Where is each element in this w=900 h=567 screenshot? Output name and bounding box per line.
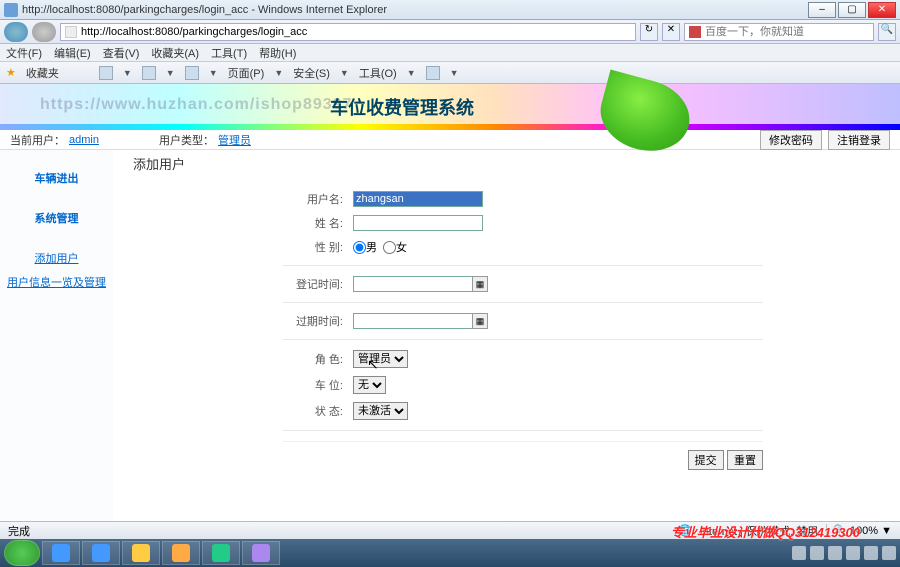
- tray-icon[interactable]: [828, 546, 842, 560]
- exp-time-input[interactable]: [353, 313, 473, 329]
- page-menu[interactable]: 页面(P): [228, 65, 265, 81]
- close-button[interactable]: ✕: [868, 2, 896, 18]
- browser-navbar: ↻ ✕ 🔍: [0, 20, 900, 44]
- sidebar-item-usermgmt[interactable]: 用户信息一览及管理: [0, 274, 113, 290]
- sidebar-item-adduser[interactable]: 添加用户: [0, 250, 113, 266]
- window-titlebar: http://localhost:8080/parkingcharges/log…: [0, 0, 900, 20]
- form-area: 添加用户 用户名: 姓 名: 性 别: 男 女 登记: [113, 150, 900, 521]
- menu-file[interactable]: 文件(F): [6, 45, 42, 61]
- tray-icon[interactable]: [864, 546, 878, 560]
- maximize-button[interactable]: ▢: [838, 2, 866, 18]
- tray-icon[interactable]: [810, 546, 824, 560]
- status-select[interactable]: 未激活: [353, 402, 408, 420]
- menu-tools[interactable]: 工具(T): [211, 45, 247, 61]
- help-icon[interactable]: [426, 66, 440, 80]
- window-title: http://localhost:8080/parkingcharges/log…: [22, 4, 808, 16]
- tray-icon[interactable]: [792, 546, 806, 560]
- sidebar: 车辆进出 系统管理 添加用户 用户信息一览及管理: [0, 150, 113, 521]
- reset-button[interactable]: 重置: [727, 450, 763, 470]
- logout-button[interactable]: 注销登录: [828, 130, 890, 150]
- name-label: 姓 名:: [283, 215, 343, 231]
- url-input[interactable]: [81, 26, 631, 38]
- gender-female-radio[interactable]: [383, 241, 396, 254]
- user-type-label: 用户类型：: [159, 132, 214, 148]
- gender-label: 性 别:: [283, 239, 343, 255]
- name-input[interactable]: [353, 215, 483, 231]
- reg-time-input[interactable]: [353, 276, 473, 292]
- status-label: 状 态:: [283, 403, 343, 419]
- username-label: 用户名:: [283, 191, 343, 207]
- back-button[interactable]: [4, 22, 28, 42]
- menu-bar: 文件(F) 编辑(E) 查看(V) 收藏夹(A) 工具(T) 帮助(H): [0, 44, 900, 62]
- tray-icon[interactable]: [846, 546, 860, 560]
- stop-button[interactable]: ✕: [662, 23, 680, 41]
- forward-button[interactable]: [32, 22, 56, 42]
- info-bar: 当前用户： admin 用户类型： 管理员 修改密码 注销登录: [0, 130, 900, 150]
- role-label: 角 色:: [283, 351, 343, 367]
- sidebar-item-system[interactable]: 系统管理: [0, 210, 113, 226]
- favorites-star-icon[interactable]: ★: [6, 66, 16, 79]
- search-input[interactable]: [705, 26, 869, 38]
- search-go-button[interactable]: 🔍: [878, 23, 896, 41]
- tray-icon[interactable]: [882, 546, 896, 560]
- ad-overlay: 专业毕业设计代做QQ312419300: [671, 522, 860, 541]
- banner: https://www.huzhan.com/ishop89397 车位收费管理…: [0, 84, 900, 130]
- taskbar-app-1[interactable]: [42, 541, 80, 565]
- menu-edit[interactable]: 编辑(E): [54, 45, 91, 61]
- mail-icon[interactable]: [185, 66, 199, 80]
- system-tray[interactable]: [792, 546, 896, 560]
- watermark-text: https://www.huzhan.com/ishop89397: [40, 96, 352, 114]
- slot-select[interactable]: 无: [353, 376, 386, 394]
- taskbar-app-6[interactable]: [242, 541, 280, 565]
- search-box[interactable]: [684, 23, 874, 41]
- refresh-button[interactable]: ↻: [640, 23, 658, 41]
- feeds-icon[interactable]: [142, 66, 156, 80]
- exp-time-label: 过期时间:: [283, 313, 343, 329]
- taskbar-app-4[interactable]: [162, 541, 200, 565]
- username-input[interactable]: [353, 191, 483, 207]
- gender-male-radio[interactable]: [353, 241, 366, 254]
- page-icon: [65, 26, 77, 38]
- ie-favicon-icon: [4, 3, 18, 17]
- gender-female-label: 女: [396, 239, 407, 255]
- gender-male-label: 男: [366, 239, 377, 255]
- address-bar[interactable]: [60, 23, 636, 41]
- app-title: 车位收费管理系统: [330, 94, 474, 120]
- tools-menu[interactable]: 工具(O): [359, 65, 397, 81]
- home-icon[interactable]: [99, 66, 113, 80]
- user-type-value: 管理员: [218, 132, 251, 148]
- taskbar-app-3[interactable]: [122, 541, 160, 565]
- command-bar: ★ 收藏夹 ▼ ▼ ▼ 页面(P)▼ 安全(S)▼ 工具(O)▼ ▼: [0, 62, 900, 84]
- exp-calendar-icon[interactable]: ▦: [472, 313, 488, 329]
- start-button[interactable]: [4, 540, 40, 566]
- reg-time-label: 登记时间:: [283, 276, 343, 292]
- role-select[interactable]: 管理员: [353, 350, 408, 368]
- change-password-button[interactable]: 修改密码: [760, 130, 822, 150]
- taskbar-app-5[interactable]: [202, 541, 240, 565]
- menu-favorites[interactable]: 收藏夹(A): [151, 45, 199, 61]
- submit-button[interactable]: 提交: [688, 450, 724, 470]
- current-user-label: 当前用户：: [10, 132, 65, 148]
- reg-calendar-icon[interactable]: ▦: [472, 276, 488, 292]
- page-content: https://www.huzhan.com/ishop89397 车位收费管理…: [0, 84, 900, 521]
- status-text: 完成: [8, 523, 30, 539]
- search-provider-icon: [689, 26, 701, 38]
- menu-help[interactable]: 帮助(H): [259, 45, 296, 61]
- sidebar-item-vehicle[interactable]: 车辆进出: [0, 170, 113, 186]
- safety-menu[interactable]: 安全(S): [293, 65, 330, 81]
- menu-view[interactable]: 查看(V): [103, 45, 140, 61]
- favorites-label[interactable]: 收藏夹: [26, 65, 59, 81]
- slot-label: 车 位:: [283, 377, 343, 393]
- minimize-button[interactable]: –: [808, 2, 836, 18]
- taskbar-app-2[interactable]: [82, 541, 120, 565]
- current-user-link[interactable]: admin: [69, 134, 99, 146]
- form-title: 添加用户: [133, 154, 880, 173]
